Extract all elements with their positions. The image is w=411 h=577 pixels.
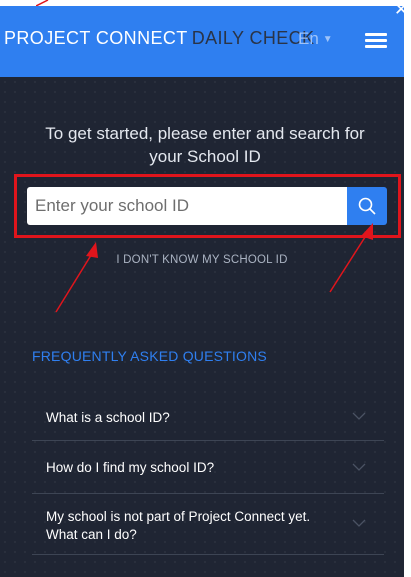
search-icon (358, 197, 376, 215)
brand-logo[interactable]: PROJECT CONNECT DAILY CHECK (4, 28, 314, 49)
main-panel: To get started, please enter and search … (0, 77, 404, 577)
language-label: En (298, 29, 319, 48)
hamburger-menu-icon[interactable] (365, 33, 387, 49)
faq-item[interactable]: My school is not part of Project Connect… (32, 494, 384, 555)
brand-secondary-text: DAILY CHECK (191, 28, 315, 48)
chevron-down-icon (352, 412, 366, 420)
intro-text: To get started, please enter and search … (45, 124, 365, 166)
faq-question: What is a school ID? (46, 410, 170, 425)
search-button[interactable] (347, 187, 387, 225)
annotation-mark (36, 0, 49, 6)
faq-item[interactable]: How do I find my school ID? (32, 441, 384, 494)
faq-question: My school is not part of Project Connect… (46, 509, 311, 542)
faq-heading: FREQUENTLY ASKED QUESTIONS (32, 348, 267, 364)
language-selector[interactable]: En ▼ (298, 29, 333, 49)
faq-question: How do I find my school ID? (46, 460, 215, 475)
faq-item[interactable]: What is a school ID? (32, 396, 384, 441)
close-icon[interactable]: ✕ (394, 0, 408, 20)
chevron-down-icon (352, 519, 366, 527)
chevron-down-icon (352, 463, 366, 471)
school-id-input[interactable] (27, 187, 347, 225)
brand-primary-text: PROJECT CONNECT (4, 28, 188, 48)
dont-know-school-id-link[interactable]: I DON'T KNOW MY SCHOOL ID (0, 254, 404, 266)
app-header: PROJECT CONNECT DAILY CHECK En ▼ (0, 6, 404, 77)
chevron-down-icon: ▼ (322, 34, 333, 46)
